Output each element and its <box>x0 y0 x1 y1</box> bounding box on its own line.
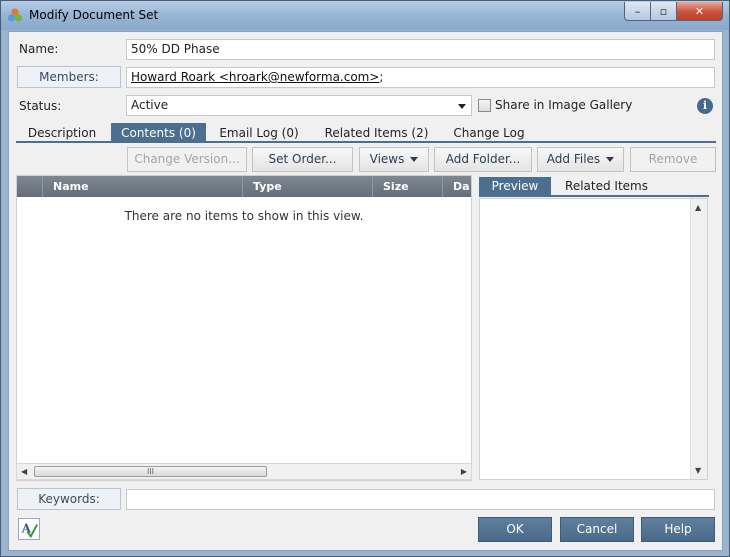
status-label: Status: <box>19 99 62 113</box>
share-gallery-label[interactable]: Share in Image Gallery <box>495 98 632 112</box>
remove-button[interactable]: Remove <box>630 147 716 172</box>
members-button[interactable]: Members: <box>17 66 121 88</box>
maximize-button[interactable]: ▫ <box>651 2 677 21</box>
title-bar[interactable]: Modify Document Set – ▫ ✕ <box>1 1 729 30</box>
ok-button[interactable]: OK <box>478 517 552 542</box>
views-label: Views <box>369 152 405 166</box>
column-header-date[interactable]: Da <box>443 176 471 197</box>
close-button[interactable]: ✕ <box>677 2 723 21</box>
column-header-type[interactable]: Type <box>243 176 373 197</box>
scroll-right-icon[interactable]: ▶ <box>461 467 467 476</box>
tab-description[interactable]: Description <box>19 123 105 143</box>
keywords-button[interactable]: Keywords: <box>17 488 121 510</box>
tab-preview-related-items[interactable]: Related Items <box>559 177 654 195</box>
minimize-button[interactable]: – <box>624 2 651 21</box>
add-files-dropdown-button[interactable]: Add Files <box>537 147 624 172</box>
name-field[interactable]: 50% DD Phase <box>126 39 715 60</box>
help-button[interactable]: Help <box>641 517 715 542</box>
change-version-button[interactable]: Change Version... <box>127 147 247 172</box>
horizontal-scrollbar[interactable]: ◀ III ▶ <box>16 463 472 480</box>
preview-tab-bar: Preview Related Items <box>479 177 709 197</box>
column-header-size[interactable]: Size <box>373 176 443 197</box>
member-link[interactable]: Howard Roark <hroark@newforma.com> <box>131 70 379 84</box>
window-title: Modify Document Set <box>29 8 159 22</box>
preview-pane: ▲ ▼ <box>479 198 708 480</box>
empty-grid-message: There are no items to show in this view. <box>124 209 364 223</box>
add-folder-button[interactable]: Add Folder... <box>434 147 532 172</box>
info-icon[interactable]: i <box>697 98 713 114</box>
views-dropdown-button[interactable]: Views <box>359 147 429 172</box>
scroll-thumb[interactable]: III <box>34 466 267 477</box>
tab-email-log[interactable]: Email Log (0) <box>213 123 305 143</box>
set-order-button[interactable]: Set Order... <box>252 147 353 172</box>
grid-select-column[interactable] <box>17 176 43 197</box>
members-field[interactable]: Howard Roark <hroark@newforma.com>; <box>126 67 715 88</box>
name-label: Name: <box>19 42 59 56</box>
dialog-window: Modify Document Set – ▫ ✕ Name: 50% DD P… <box>0 0 730 557</box>
members-separator: ; <box>379 70 384 84</box>
chevron-down-icon <box>606 157 615 162</box>
column-header-name[interactable]: Name <box>43 176 243 197</box>
svg-text:A: A <box>21 522 32 536</box>
contents-grid: Name Type Size Da There are no items to … <box>16 175 472 481</box>
status-dropdown[interactable]: Active <box>126 95 472 116</box>
spell-check-icon[interactable]: A <box>18 518 40 540</box>
cancel-button[interactable]: Cancel <box>560 517 634 542</box>
share-gallery-checkbox[interactable] <box>478 99 491 112</box>
tab-change-log[interactable]: Change Log <box>446 123 532 143</box>
keywords-field[interactable] <box>126 489 715 510</box>
scroll-left-icon[interactable]: ◀ <box>21 467 27 476</box>
scroll-down-icon[interactable]: ▼ <box>695 466 701 475</box>
chevron-down-icon <box>458 104 466 109</box>
chevron-down-icon <box>410 157 419 162</box>
tab-contents[interactable]: Contents (0) <box>111 123 206 143</box>
tab-related-items[interactable]: Related Items (2) <box>314 123 439 143</box>
tab-preview[interactable]: Preview <box>479 177 551 195</box>
dialog-body: Name: 50% DD Phase Members: Howard Roark… <box>8 31 723 551</box>
status-value: Active <box>131 98 169 112</box>
scroll-up-icon[interactable]: ▲ <box>695 203 701 212</box>
tab-bar: Description Contents (0) Email Log (0) R… <box>16 123 716 143</box>
vertical-scrollbar[interactable]: ▲ ▼ <box>690 199 707 479</box>
add-files-label: Add Files <box>546 152 601 166</box>
grid-header: Name Type Size Da <box>17 176 471 197</box>
app-logo-icon <box>7 8 23 22</box>
